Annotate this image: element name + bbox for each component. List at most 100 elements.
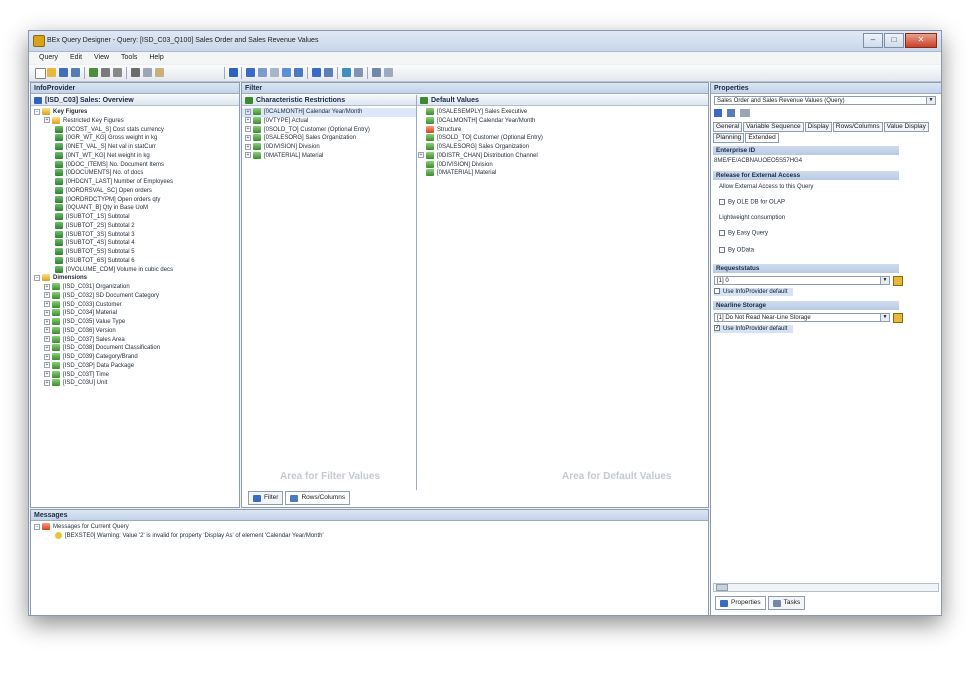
by-easy-query-checkbox[interactable]: By Easy Query <box>719 230 768 237</box>
by-ole-checkbox[interactable]: By OLE DB for OLAP <box>719 199 785 206</box>
properties-pane-icon[interactable] <box>312 68 321 77</box>
paste-icon[interactable] <box>155 68 164 77</box>
tab-variable-sequence[interactable]: Variable Sequence <box>743 122 804 132</box>
checkbox[interactable]: ✓ <box>714 325 720 332</box>
tech-names-icon[interactable] <box>372 68 381 77</box>
properties-icon[interactable] <box>113 68 122 77</box>
tab-extended[interactable]: Extended <box>745 133 779 143</box>
default-value-item[interactable]: [0SALESORG] Sales Organization <box>418 143 708 152</box>
chevron-down-icon[interactable]: ▼ <box>880 314 889 321</box>
edit-icon[interactable] <box>714 109 722 117</box>
tab-tasks[interactable]: Tasks <box>767 596 806 610</box>
expand-icon[interactable]: + <box>44 336 50 342</box>
expand-icon[interactable]: + <box>44 283 50 290</box>
dimension-item[interactable]: + [ISD_C033] Customer <box>31 300 173 310</box>
copy-icon[interactable] <box>143 68 152 77</box>
tab-rows-columns[interactable]: Rows/Columns <box>285 491 351 505</box>
dimension-item[interactable]: + [ISD_C035] Value Type <box>31 318 173 327</box>
checkbox[interactable] <box>719 247 725 253</box>
check-icon[interactable] <box>101 68 110 77</box>
collapse-icon[interactable]: − <box>34 108 40 115</box>
menu-query[interactable]: Query <box>39 54 58 61</box>
conditions-icon[interactable] <box>282 68 291 77</box>
dropdown-icon[interactable] <box>384 68 393 77</box>
horizontal-scrollbar[interactable] <box>713 583 939 592</box>
tab-properties[interactable]: Properties <box>715 596 766 610</box>
restricted-kf-node[interactable]: + Restricted Key Figures <box>31 116 173 126</box>
expand-icon[interactable]: + <box>44 309 50 316</box>
variable-icon[interactable] <box>893 313 903 323</box>
default-value-item[interactable]: + [0DISTR_CHAN] Distribution Channel <box>418 151 708 161</box>
chevron-down-icon[interactable]: ▼ <box>880 277 889 284</box>
key-figure-item[interactable]: [0DOC_ITEMS] No. Document Items <box>31 160 173 170</box>
restriction-item[interactable]: + [0MATERIAL] Material <box>242 151 416 161</box>
key-figure-item[interactable]: [0NT_WT_KG] Net weight in kg <box>31 151 173 161</box>
use-default-checkbox-2[interactable]: ✓ Use InfoProvider default <box>714 325 794 333</box>
filter-icon[interactable] <box>246 68 255 77</box>
key-figure-item[interactable]: [0ORDRSVAL_SC] Open orders <box>31 186 173 196</box>
dimensions-node[interactable]: − Dimensions <box>31 274 173 283</box>
checkbox[interactable] <box>719 230 725 236</box>
key-figure-item[interactable]: [0DOCUMENTS] No. of docs <box>31 169 173 178</box>
tab-general[interactable]: General <box>713 122 743 132</box>
execute-icon[interactable] <box>89 68 98 77</box>
expand-icon[interactable]: + <box>245 126 251 132</box>
open-icon[interactable] <box>47 68 56 77</box>
dimension-item[interactable]: + [ISD_C036] Version <box>31 326 173 336</box>
infoprovider-icon[interactable] <box>229 68 238 77</box>
expand-icon[interactable]: + <box>245 152 251 159</box>
dimension-item[interactable]: + [ISD_C032] SD Document Category <box>31 291 173 301</box>
restriction-item[interactable]: + [0CALMONTH] Calendar Year/Month <box>242 108 416 117</box>
default-value-item[interactable]: [0SOLD_TO] Customer (Optional Entry) <box>418 134 708 143</box>
restriction-item[interactable]: + [0VTYPE] Actual <box>242 116 416 126</box>
key-figure-item[interactable]: [0GR_WT_KG] Gross weight in kg <box>31 134 173 143</box>
tab-planning[interactable]: Planning <box>713 133 745 143</box>
dimension-item[interactable]: + [ISD_C03P] Data Package <box>31 361 173 371</box>
documents-icon[interactable] <box>354 68 363 77</box>
expand-icon[interactable]: + <box>44 353 50 360</box>
minimize-button[interactable]: – <box>863 33 883 48</box>
save-icon[interactable] <box>726 109 735 117</box>
collapse-icon[interactable]: − <box>34 523 40 530</box>
key-figure-item[interactable]: [ISUBTOT_1S] Subtotal <box>31 213 173 222</box>
chevron-down-icon[interactable]: ▼ <box>926 97 935 104</box>
messages-group[interactable]: − Messages for Current Query <box>31 523 324 532</box>
tab-display[interactable]: Display <box>804 122 832 132</box>
menu-view[interactable]: View <box>94 54 109 61</box>
expand-icon[interactable]: + <box>44 301 50 307</box>
variable-icon[interactable] <box>893 276 903 286</box>
tech-names-icon[interactable] <box>739 109 750 117</box>
expand-icon[interactable]: + <box>44 362 50 369</box>
expand-icon[interactable]: + <box>44 318 50 325</box>
where-used-icon[interactable] <box>342 68 351 77</box>
dimension-item[interactable]: + [ISD_C03U] Unit <box>31 379 173 388</box>
key-figures-node[interactable]: − Key Figures <box>31 108 173 117</box>
expand-icon[interactable]: + <box>245 108 251 115</box>
exceptions-icon[interactable] <box>294 68 303 77</box>
key-figure-item[interactable]: [ISUBTOT_6S] Subtotal 6 <box>31 256 173 266</box>
dimension-item[interactable]: + [ISD_C031] Organization <box>31 283 173 292</box>
default-value-item[interactable]: [0DIVISION] Division <box>418 160 708 170</box>
restriction-item[interactable]: + [0SALESORG] Sales Organization <box>242 134 416 143</box>
expand-icon[interactable]: + <box>44 292 50 299</box>
save-icon[interactable] <box>59 68 68 77</box>
checkbox[interactable] <box>714 288 720 295</box>
save-all-icon[interactable] <box>71 68 80 77</box>
key-figure-item[interactable]: [0ORDRDCTYPM] Open orders qty <box>31 195 173 205</box>
maximize-button[interactable]: □ <box>884 33 904 48</box>
rows-columns-icon[interactable] <box>258 68 267 77</box>
expand-icon[interactable]: + <box>245 134 251 141</box>
key-figure-item[interactable]: [ISUBTOT_2S] Subtotal 2 <box>31 221 173 231</box>
new-icon[interactable] <box>35 68 46 79</box>
key-figure-item[interactable]: [0QUANT_B] Qty in Base UoM <box>31 204 173 213</box>
dimension-item[interactable]: + [ISD_C034] Material <box>31 309 173 318</box>
menu-tools[interactable]: Tools <box>121 54 137 61</box>
tab-value-display[interactable]: Value Display <box>883 122 929 132</box>
expand-icon[interactable]: + <box>44 379 50 386</box>
menu-edit[interactable]: Edit <box>70 54 82 61</box>
menu-help[interactable]: Help <box>149 54 163 61</box>
restriction-item[interactable]: + [0DIVISION] Division <box>242 143 416 152</box>
key-figure-item[interactable]: [0COST_VAL_S] Cost stats currency <box>31 125 173 135</box>
by-odata-checkbox[interactable]: By OData <box>719 247 754 254</box>
default-value-item[interactable]: [0MATERIAL] Material <box>418 169 708 178</box>
